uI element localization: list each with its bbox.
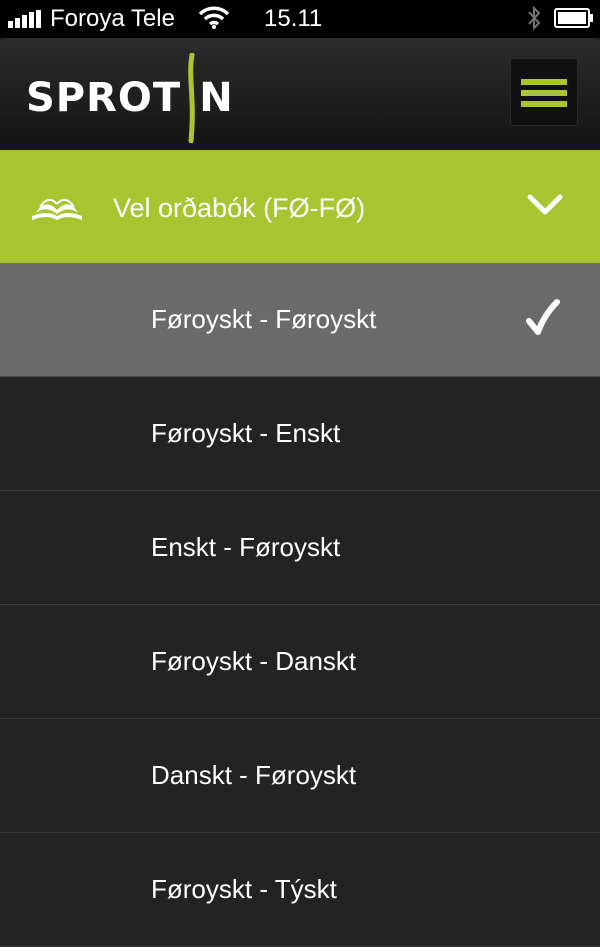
selector-label: Vel orðabók (FØ-FØ) xyxy=(113,193,366,223)
list-item[interactable]: Føroyskt - Týskt xyxy=(0,833,600,947)
list-item[interactable]: Enskt - Føroyskt xyxy=(0,491,600,605)
list-item-label: Danskt - Føroyskt xyxy=(151,760,357,790)
list-item[interactable]: Føroyskt - Føroyskt xyxy=(0,263,600,377)
list-item-label: Enskt - Føroyskt xyxy=(151,532,341,562)
logo-text: SPROT xyxy=(26,75,182,121)
logo-text-end: N xyxy=(199,75,234,121)
sprotin-logo[interactable]: SPROT N xyxy=(26,53,234,143)
checkmark-icon xyxy=(526,299,560,335)
dictionary-list: Føroyskt - Føroyskt Føroyskt - Enskt Ens… xyxy=(0,263,600,947)
list-item[interactable]: Danskt - Føroyskt xyxy=(0,719,600,833)
status-bar: Foroya Tele 15.11 xyxy=(0,0,600,38)
dictionary-selector[interactable]: Vel orðabók (FØ-FØ) xyxy=(0,150,600,263)
signal-icon xyxy=(8,10,41,28)
carrier-name: Foroya Tele xyxy=(50,5,175,32)
app-header: SPROT N xyxy=(0,38,600,150)
chevron-down-icon[interactable] xyxy=(527,192,563,218)
list-item-label: Føroyskt - Enskt xyxy=(151,418,341,448)
menu-button[interactable] xyxy=(510,58,578,126)
battery-icon xyxy=(554,8,593,28)
list-item[interactable]: Føroyskt - Danskt xyxy=(0,605,600,719)
list-item-label: Føroyskt - Føroyskt xyxy=(151,304,377,334)
list-item-label: Føroyskt - Danskt xyxy=(151,646,357,676)
sprout-icon xyxy=(188,53,195,143)
book-icon xyxy=(32,198,82,220)
list-item[interactable]: Føroyskt - Enskt xyxy=(0,377,600,491)
bluetooth-icon xyxy=(528,5,541,31)
clock-time: 15.11 xyxy=(264,5,323,32)
wifi-icon xyxy=(198,6,230,29)
